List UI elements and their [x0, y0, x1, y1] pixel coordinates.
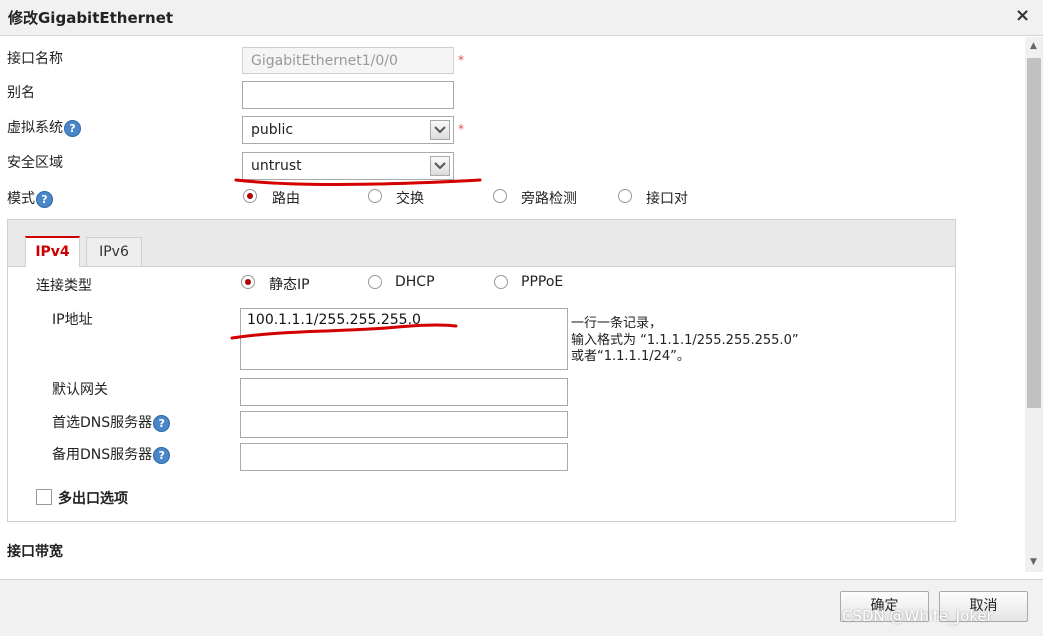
primary-dns-label-text: 首选DNS服务器	[52, 415, 153, 431]
conn-radio-dhcp[interactable]	[368, 275, 382, 289]
required-mark: *	[458, 53, 464, 67]
dialog-title: 修改GigabitEthernet	[8, 9, 174, 27]
tab-ipv6[interactable]: IPv6	[86, 237, 142, 267]
mode-radio-route[interactable]	[243, 189, 257, 203]
help-icon[interactable]: ?	[36, 190, 53, 208]
connection-type-label: 连接类型	[36, 278, 92, 294]
ip-hint-line-2: 输入格式为 “1.1.1.1/255.255.255.0”	[571, 333, 799, 348]
conn-option-static: 静态IP	[269, 277, 310, 293]
multi-egress-checkbox[interactable]	[36, 489, 52, 505]
ip-address-label: IP地址	[52, 312, 93, 328]
mode-option-pair: 接口对	[646, 191, 688, 207]
mode-option-bypass: 旁路检测	[521, 191, 577, 207]
primary-dns-label: 首选DNS服务器?	[52, 412, 171, 432]
interface-name-label: 接口名称	[7, 51, 63, 67]
mode-radio-switch[interactable]	[368, 189, 382, 203]
tab-ipv4[interactable]: IPv4	[25, 236, 80, 267]
watermark-text: CSDN @White_Joker	[842, 607, 993, 625]
secondary-dns-input[interactable]	[240, 443, 568, 471]
interface-name-input: GigabitEthernet1/0/0	[242, 47, 454, 74]
close-icon[interactable]: ×	[1015, 5, 1030, 26]
mode-label: 模式?	[7, 188, 53, 208]
primary-dns-input[interactable]	[240, 411, 568, 438]
ip-hint-line-3: 或者“1.1.1.1/24”。	[571, 349, 690, 364]
annotation-underline-zone	[234, 178, 482, 186]
conn-radio-pppoe[interactable]	[494, 275, 508, 289]
secondary-dns-label-text: 备用DNS服务器	[52, 447, 153, 463]
scrollbar-thumb[interactable]	[1027, 58, 1041, 408]
conn-radio-static[interactable]	[241, 275, 255, 289]
security-zone-label: 安全区域	[7, 155, 63, 171]
default-gateway-input[interactable]	[240, 378, 568, 406]
multi-egress-label: 多出口选项	[58, 491, 128, 507]
alias-label: 别名	[7, 85, 35, 101]
help-icon[interactable]: ?	[64, 119, 81, 137]
scroll-down-icon[interactable]: ▼	[1030, 557, 1037, 567]
virtual-system-label: 虚拟系统?	[7, 117, 81, 137]
mode-radio-pair[interactable]	[618, 189, 632, 203]
ip-hint-line-1: 一行一条记录，	[571, 316, 663, 331]
default-gateway-label: 默认网关	[52, 382, 108, 398]
help-icon[interactable]: ?	[153, 446, 171, 464]
mode-radio-bypass[interactable]	[493, 189, 507, 203]
required-mark: *	[458, 122, 464, 136]
virtual-system-value: public	[251, 122, 294, 138]
virtual-system-select[interactable]: public	[242, 116, 454, 144]
tab-strip	[8, 220, 955, 267]
conn-option-dhcp: DHCP	[395, 274, 435, 290]
mode-option-switch: 交换	[396, 191, 424, 207]
scroll-up-icon[interactable]: ▲	[1030, 41, 1037, 51]
conn-option-pppoe: PPPoE	[521, 274, 564, 290]
secondary-dns-label: 备用DNS服务器?	[52, 444, 171, 464]
chevron-down-icon[interactable]	[430, 120, 450, 140]
mode-label-text: 模式	[7, 191, 35, 207]
mode-option-route: 路由	[272, 191, 300, 207]
alias-input[interactable]	[242, 81, 454, 109]
bandwidth-section-title: 接口带宽	[7, 544, 63, 560]
help-icon[interactable]: ?	[153, 414, 171, 432]
annotation-underline-ip	[230, 323, 458, 340]
virtual-system-label-text: 虚拟系统	[7, 120, 63, 136]
